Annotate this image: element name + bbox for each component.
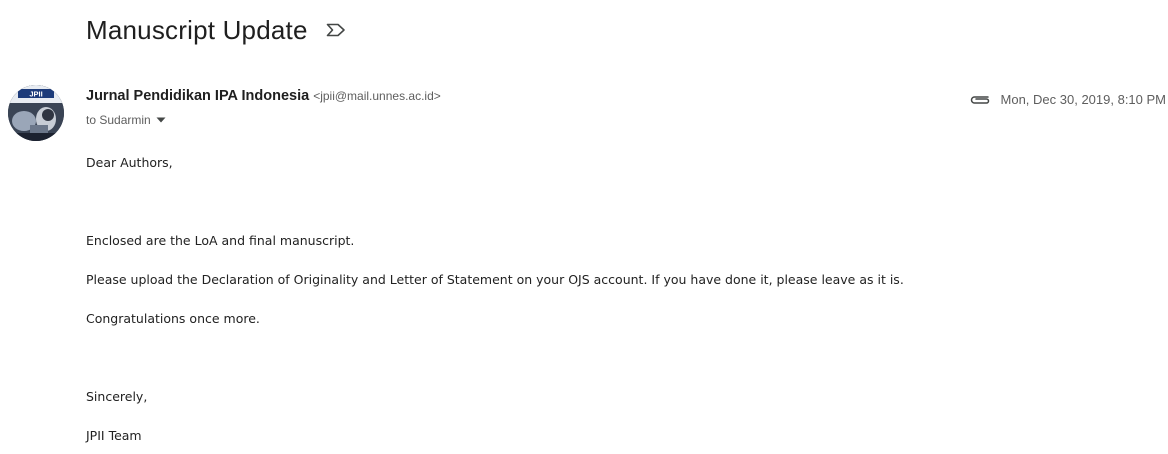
sender-email: <jpii@mail.unnes.ac.id> bbox=[313, 89, 441, 103]
date-row: Mon, Dec 30, 2019, 8:10 PM bbox=[969, 89, 1166, 109]
paperclip-icon bbox=[969, 92, 991, 106]
recipient-details-toggle[interactable]: to Sudarmin bbox=[86, 111, 166, 129]
email-body-line-2: Please upload the Declaration of Origina… bbox=[86, 272, 904, 287]
sender-avatar[interactable]: JPII bbox=[8, 85, 64, 141]
email-body-line-1: Enclosed are the LoA and final manuscrip… bbox=[86, 233, 355, 248]
important-marker-icon[interactable] bbox=[324, 18, 348, 42]
email-subject: Manuscript Update bbox=[86, 15, 308, 45]
subject-row: Manuscript Update bbox=[86, 12, 348, 48]
email-closing: Sincerely, bbox=[86, 389, 148, 404]
email-signature: JPII Team bbox=[86, 428, 142, 443]
email-date: Mon, Dec 30, 2019, 8:10 PM bbox=[1000, 91, 1166, 107]
sender-row: Jurnal Pendidikan IPA Indonesia <jpii@ma… bbox=[86, 88, 441, 108]
recipient-label: to Sudarmin bbox=[86, 113, 151, 127]
caret-down-icon[interactable] bbox=[156, 115, 166, 125]
sender-name[interactable]: Jurnal Pendidikan IPA Indonesia bbox=[86, 88, 309, 104]
email-greeting: Dear Authors, bbox=[86, 155, 173, 170]
avatar-label: JPII bbox=[29, 90, 42, 99]
email-body-line-3: Congratulations once more. bbox=[86, 311, 260, 326]
